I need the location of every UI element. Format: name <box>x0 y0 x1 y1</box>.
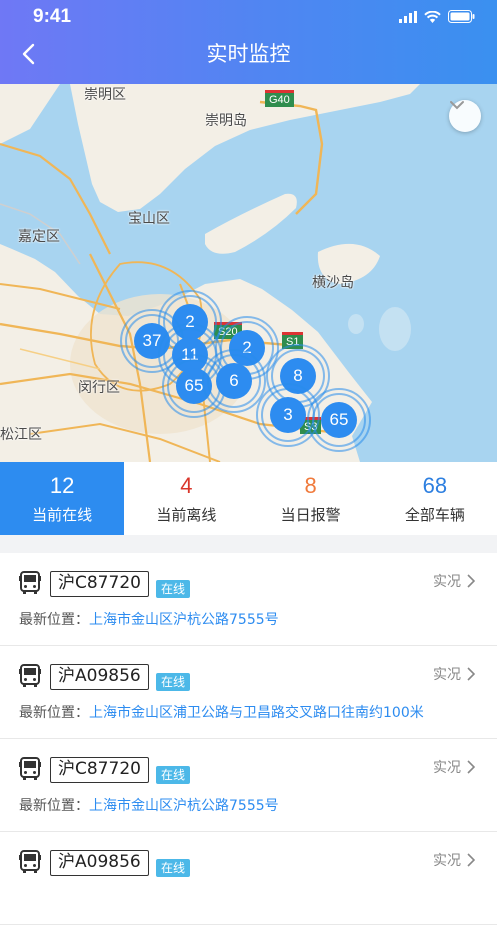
stat-tab-online[interactable]: 12 当前在线 <box>0 462 125 535</box>
online-status-badge: 在线 <box>156 580 191 598</box>
stat-value: 8 <box>304 473 317 498</box>
map-label-minhang: 闵行区 <box>78 380 120 396</box>
vehicle-list-item[interactable]: 沪C87720 在线 实况 最新位置：上海市金山区沪杭公路7555号 <box>0 553 497 646</box>
map-label-jiading: 嘉定区 <box>18 229 60 245</box>
stat-value: 68 <box>422 473 448 498</box>
location-address[interactable]: 上海市金山区沪杭公路7555号 <box>89 612 279 628</box>
page-title: 实时监控 <box>206 42 291 66</box>
chevron-right-icon <box>467 574 475 588</box>
online-status-badge: 在线 <box>156 859 191 877</box>
map-view[interactable]: 崇明区 崇明岛 宝山区 嘉定区 横沙岛 闵行区 松江区 G40 S20 S1 S… <box>0 84 497 462</box>
map-collapse-button[interactable] <box>449 100 481 132</box>
location-label: 最新位置： <box>19 798 89 814</box>
stat-label: 全部车辆 <box>404 506 465 524</box>
license-plate: 沪A09856 <box>50 850 149 876</box>
detail-label: 实况 <box>433 574 461 590</box>
stat-label: 当前在线 <box>32 506 93 524</box>
detail-link[interactable]: 实况 <box>433 664 475 684</box>
location-line: 最新位置：上海市金山区沪杭公路7555号 <box>19 609 279 629</box>
map-label-chongming-district: 崇明区 <box>84 87 126 103</box>
highway-shield-g40: G40 <box>265 90 294 107</box>
online-status-badge: 在线 <box>156 766 191 784</box>
stat-tab-all[interactable]: 68 全部车辆 <box>373 462 497 535</box>
location-line: 最新位置：上海市金山区沪杭公路7555号 <box>19 795 279 815</box>
signal-icon <box>399 10 417 23</box>
stat-value: 12 <box>49 473 75 498</box>
chevron-right-icon <box>467 853 475 867</box>
vehicle-cluster-marker[interactable]: 65 <box>307 388 371 452</box>
stat-tab-alarm[interactable]: 8 当日报警 <box>249 462 373 535</box>
bus-icon <box>19 757 41 780</box>
bus-icon <box>19 850 41 873</box>
location-line: 最新位置：上海市金山区浦卫公路与卫昌路交叉路口往南约100米 <box>19 702 424 722</box>
detail-label: 实况 <box>433 853 461 869</box>
stat-value: 4 <box>180 473 193 498</box>
bus-icon <box>19 571 41 594</box>
vehicle-list-item[interactable]: 沪A09856 在线 实况 <box>0 832 497 925</box>
map-label-chongming-island: 崇明岛 <box>205 113 247 129</box>
status-icons <box>399 10 475 23</box>
online-status-badge: 在线 <box>156 673 191 691</box>
chevron-right-icon <box>467 667 475 681</box>
detail-label: 实况 <box>433 760 461 776</box>
chevron-right-icon <box>467 760 475 774</box>
app-header: 9:41 实时监控 <box>0 0 497 84</box>
battery-icon <box>448 10 475 23</box>
map-label-hengsha: 横沙岛 <box>312 275 354 291</box>
detail-link[interactable]: 实况 <box>433 757 475 777</box>
location-label: 最新位置： <box>19 612 89 628</box>
stat-tab-offline[interactable]: 4 当前离线 <box>124 462 248 535</box>
license-plate: 沪C87720 <box>50 571 149 597</box>
chevron-down-icon <box>450 101 464 110</box>
stat-label: 当前离线 <box>156 506 217 524</box>
license-plate: 沪A09856 <box>50 664 149 690</box>
vehicle-list-item[interactable]: 沪C87720 在线 实况 最新位置：上海市金山区沪杭公路7555号 <box>0 739 497 832</box>
vehicle-list-item[interactable]: 沪A09856 在线 实况 最新位置：上海市金山区浦卫公路与卫昌路交叉路口往南约… <box>0 646 497 739</box>
location-label: 最新位置： <box>19 705 89 721</box>
stat-label: 当日报警 <box>280 506 341 524</box>
license-plate: 沪C87720 <box>50 757 149 783</box>
detail-link[interactable]: 实况 <box>433 571 475 591</box>
status-bar: 9:41 <box>0 6 497 30</box>
detail-link[interactable]: 实况 <box>433 850 475 870</box>
bus-icon <box>19 664 41 687</box>
location-address[interactable]: 上海市金山区沪杭公路7555号 <box>89 798 279 814</box>
vehicle-list: 沪C87720 在线 实况 最新位置：上海市金山区沪杭公路7555号 沪A098… <box>0 553 497 925</box>
map-label-songjiang: 松江区 <box>0 427 42 443</box>
wifi-icon <box>424 10 441 23</box>
stats-bar: 12 当前在线 4 当前离线 8 当日报警 68 全部车辆 <box>0 462 497 535</box>
map-label-baoshan: 宝山区 <box>128 211 170 227</box>
location-address[interactable]: 上海市金山区浦卫公路与卫昌路交叉路口往南约100米 <box>89 705 424 721</box>
status-time: 9:41 <box>33 6 72 27</box>
detail-label: 实况 <box>433 667 461 683</box>
